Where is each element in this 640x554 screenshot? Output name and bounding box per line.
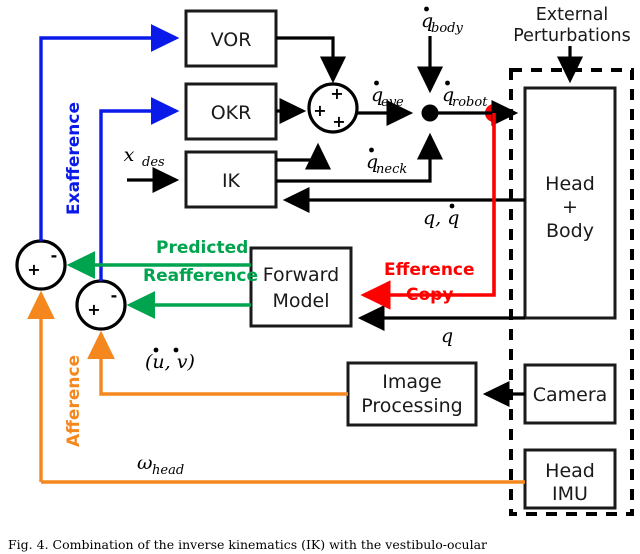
- label-reafference: Reafference: [143, 266, 258, 286]
- label-q-neck: q neck: [366, 147, 407, 177]
- label-omega-head-sub: head: [152, 463, 184, 478]
- label-q-robot: q robot: [442, 80, 488, 110]
- label-q-robot-sub: robot: [452, 95, 488, 110]
- label-exafference: Exafference: [64, 102, 84, 215]
- label-uv-dot-text: (u, v): [145, 351, 195, 373]
- label-x-des: x des: [124, 144, 165, 170]
- dot-qdot: [449, 203, 455, 209]
- block-diagram: VOR OKR IK Head + Body Forward Model Ima…: [15, 5, 634, 516]
- label-q-body: q body: [421, 6, 463, 36]
- dot-q-neck: [369, 147, 374, 153]
- label-uv-dot: (u, v): [145, 347, 195, 373]
- label-forward-model-1: Forward: [263, 264, 339, 286]
- label-vor: VOR: [211, 29, 252, 51]
- label-external-perturbations-2: Perturbations: [513, 26, 631, 46]
- wire-vor-to-sum: [276, 36, 347, 84]
- figure-caption: Fig. 4. Combination of the inverse kinem…: [8, 536, 640, 554]
- label-image-processing-2: Processing: [361, 395, 462, 417]
- sign-minus-exafference: -: [51, 246, 58, 265]
- label-omega-head-base: ω: [137, 452, 153, 474]
- dot-q-eye: [374, 80, 379, 86]
- figure-caption-text: Fig. 4. Combination of the inverse kinem…: [8, 537, 487, 552]
- label-copy: Copy: [406, 285, 453, 305]
- label-head-imu-2: IMU: [552, 483, 588, 505]
- label-image-processing-1: Image: [382, 371, 442, 393]
- sign-plus-afference: +: [87, 300, 100, 319]
- label-q-eye-sub: eye: [381, 95, 404, 110]
- label-head-body-3: Body: [546, 220, 594, 242]
- dot-q-body: [424, 6, 429, 12]
- node-q-robot-merge: [421, 104, 439, 122]
- label-okr: OKR: [211, 102, 252, 124]
- label-camera: Camera: [533, 384, 608, 406]
- label-external-perturbations-1: External: [536, 5, 609, 25]
- label-head-body-1: Head: [545, 173, 595, 195]
- sign-minus-afference: -: [111, 286, 118, 305]
- label-predicted: Predicted: [156, 238, 248, 258]
- wire-exafference-to-vor: [39, 24, 180, 241]
- sign-plus-bottom: +: [332, 112, 345, 131]
- wire-optical-flow-to-afference-sum: [87, 330, 348, 396]
- label-head-imu-1: Head: [545, 460, 595, 482]
- sign-plus-top: +: [330, 84, 343, 103]
- dot-q-robot: [445, 80, 450, 86]
- sum-junction-exafference[interactable]: [15, 239, 67, 291]
- block-forward-model[interactable]: [249, 246, 353, 328]
- label-efference: Efference: [384, 260, 475, 280]
- label-q-qdot-text: q, q: [423, 207, 459, 229]
- wire-ik-to-sum-top: [276, 142, 332, 170]
- figure-canvas: VOR OKR IK Head + Body Forward Model Ima…: [0, 0, 640, 554]
- label-head-body-2: +: [562, 196, 578, 218]
- label-forward-model-2: Model: [272, 290, 329, 312]
- label-x-des-base: x: [124, 144, 135, 166]
- label-x-des-sub: des: [142, 155, 165, 170]
- dot-v: [173, 347, 179, 353]
- label-afference: Afference: [64, 355, 84, 447]
- label-q-body-sub: body: [431, 21, 463, 36]
- label-q-qdot: q, q: [423, 203, 459, 229]
- sign-plus-exafference: +: [27, 260, 40, 279]
- sign-plus-left: +: [313, 101, 326, 120]
- dot-u: [153, 347, 159, 353]
- label-q-single: q: [441, 325, 453, 347]
- label-omega-head: ω head: [137, 452, 184, 478]
- sum-junction-afference[interactable]: [75, 279, 127, 331]
- label-q-eye: q eye: [371, 80, 404, 110]
- label-q-neck-sub: neck: [376, 162, 407, 177]
- label-ik: IK: [222, 170, 241, 192]
